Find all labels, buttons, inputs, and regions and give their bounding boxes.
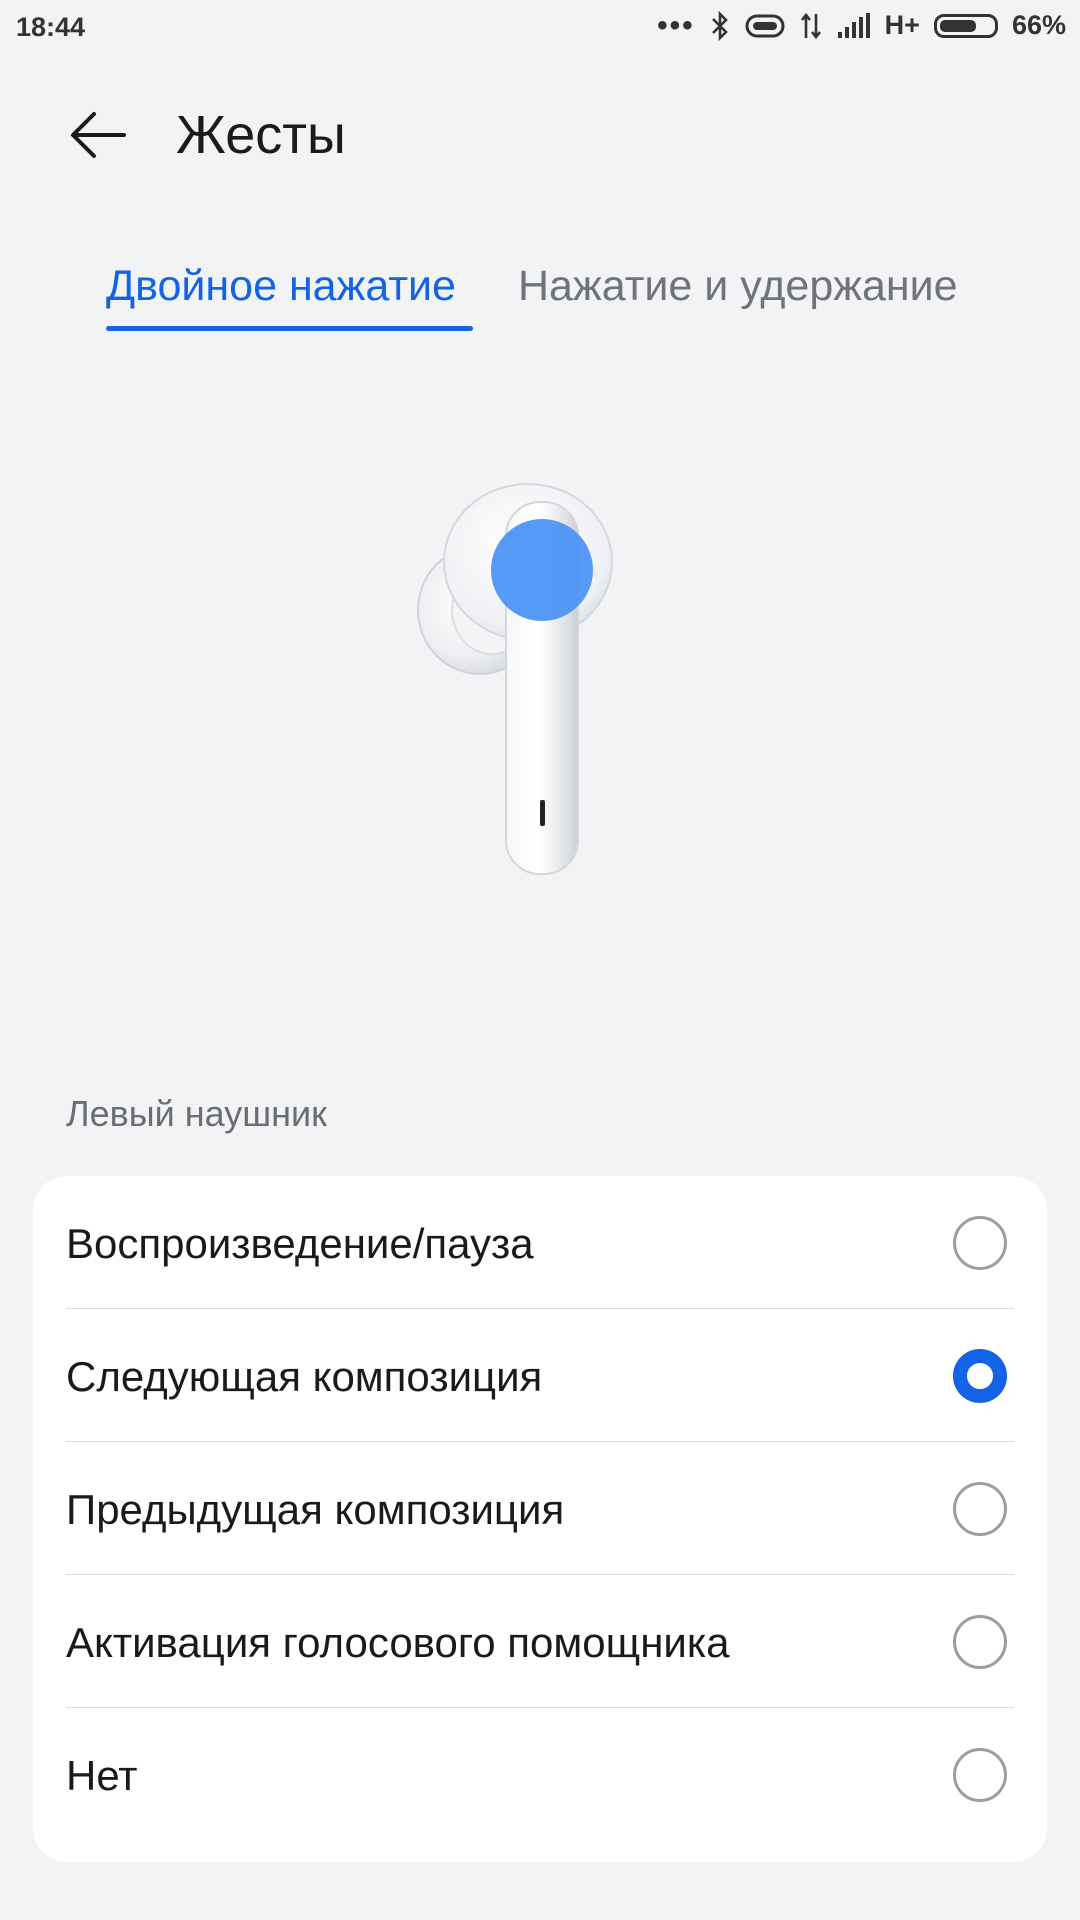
option-label: Нет — [66, 1752, 138, 1799]
option-label: Активация голосового помощника — [66, 1619, 730, 1666]
bluetooth-icon — [709, 10, 731, 41]
gesture-tabs: Двойное нажатие Нажатие и удержание — [0, 250, 1080, 340]
battery-icon — [933, 13, 998, 38]
active-tab-indicator — [106, 326, 473, 331]
option-next-track[interactable]: Следующая композиция — [33, 1309, 1047, 1442]
data-transfer-icon — [799, 11, 823, 41]
status-time: 18:44 — [16, 12, 86, 42]
option-voice-assistant[interactable]: Активация голосового помощника — [33, 1575, 1047, 1708]
status-bar: 18:44 ••• H+ 66% — [0, 0, 1080, 56]
option-previous-track[interactable]: Предыдущая композиция — [33, 1442, 1047, 1575]
tab-press-and-hold[interactable]: Нажатие и удержание — [518, 262, 958, 311]
option-none[interactable]: Нет — [33, 1708, 1047, 1841]
radio-button[interactable] — [953, 1216, 1007, 1270]
radio-button[interactable] — [953, 1748, 1007, 1802]
battery-percent: 66% — [1011, 10, 1066, 40]
radio-button-selected[interactable] — [953, 1349, 1007, 1403]
back-arrow-icon[interactable] — [68, 108, 128, 162]
earbud-illustration — [400, 470, 660, 890]
touch-area-highlight — [491, 519, 593, 621]
gesture-options-card: Воспроизведение/пауза Следующая композиц… — [33, 1176, 1047, 1862]
radio-button[interactable] — [953, 1615, 1007, 1669]
option-label: Следующая композиция — [66, 1353, 543, 1400]
section-label-left-earbud: Левый наушник — [66, 1093, 327, 1134]
more-dots-icon: ••• — [657, 8, 695, 42]
radio-button[interactable] — [953, 1482, 1007, 1536]
link-icon — [745, 12, 785, 40]
page-title: Жесты — [176, 105, 346, 165]
status-icons: ••• H+ 66% — [657, 10, 1066, 41]
network-type: H+ — [884, 10, 920, 40]
earbud-icon — [417, 483, 613, 875]
option-label: Предыдущая композиция — [66, 1486, 565, 1533]
signal-icon — [837, 12, 871, 40]
option-label: Воспроизведение/пауза — [66, 1220, 534, 1267]
app-header: Жесты — [0, 90, 1080, 180]
tab-double-tap[interactable]: Двойное нажатие — [106, 262, 456, 311]
option-play-pause[interactable]: Воспроизведение/пауза — [33, 1176, 1047, 1309]
